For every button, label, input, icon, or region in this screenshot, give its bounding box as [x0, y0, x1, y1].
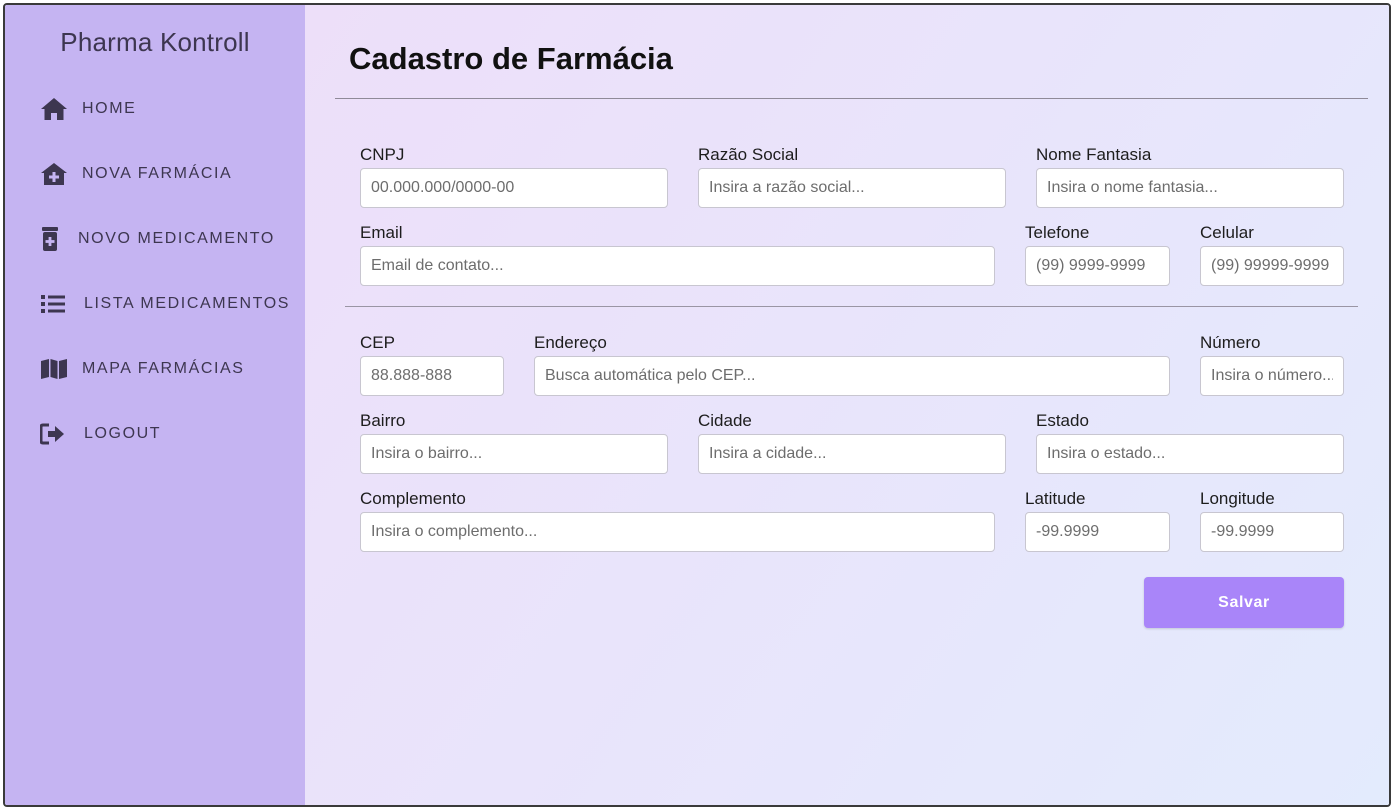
telefone-label: Telefone [1025, 223, 1090, 242]
nav-label-lista-medicamentos: LISTA MEDICAMENTOS [84, 295, 291, 312]
bairro-field-group: Bairro [360, 410, 668, 474]
nav-label-home: HOME [82, 100, 137, 117]
nome-fantasia-field-group: Nome Fantasia [1036, 144, 1344, 208]
cep-label: CEP [360, 333, 395, 352]
razao-social-field-group: Razão Social [698, 144, 1006, 208]
home-icon [40, 96, 68, 122]
celular-input[interactable] [1200, 246, 1344, 286]
celular-field-group: Celular [1200, 222, 1344, 286]
longitude-input[interactable] [1200, 512, 1344, 552]
cidade-label: Cidade [698, 411, 752, 430]
estado-field-group: Estado [1036, 410, 1344, 474]
email-label: Email [360, 223, 403, 242]
title-divider [335, 98, 1368, 99]
complemento-label: Complemento [360, 489, 466, 508]
nav-label-novo-medicamento: NOVO MEDICAMENTO [78, 230, 275, 247]
app-window: Pharma Kontroll HOME NOVA FARMÁCIA NOVO … [3, 3, 1391, 807]
latitude-field-group: Latitude [1025, 488, 1170, 552]
longitude-label: Longitude [1200, 489, 1275, 508]
estado-label: Estado [1036, 411, 1089, 430]
email-field-group: Email [360, 222, 995, 286]
complemento-input[interactable] [360, 512, 995, 552]
estado-input[interactable] [1036, 434, 1344, 474]
nav-label-nova-farmacia: NOVA FARMÁCIA [82, 165, 233, 182]
razao-social-label: Razão Social [698, 145, 799, 164]
cidade-input[interactable] [698, 434, 1006, 474]
nav-label-logout: LOGOUT [84, 425, 162, 442]
telefone-input[interactable] [1025, 246, 1170, 286]
list-icon [40, 291, 76, 317]
endereco-input[interactable] [534, 356, 1170, 396]
numero-field-group: Número [1200, 332, 1344, 396]
map-icon [40, 356, 68, 382]
nome-fantasia-input[interactable] [1036, 168, 1344, 208]
nav-item-logout[interactable]: LOGOUT [40, 419, 161, 449]
cnpj-field-group: CNPJ [360, 144, 668, 208]
celular-label: Celular [1200, 223, 1254, 242]
sidebar: Pharma Kontroll HOME NOVA FARMÁCIA NOVO … [5, 5, 305, 805]
cidade-field-group: Cidade [698, 410, 1006, 474]
numero-label: Número [1200, 333, 1261, 352]
cep-field-group: CEP [360, 332, 504, 396]
endereco-label: Endereço [534, 333, 607, 352]
brand-title: Pharma Kontroll [60, 27, 250, 57]
email-input[interactable] [360, 246, 995, 286]
complemento-field-group: Complemento [360, 488, 995, 552]
medicine-bottle-icon [40, 226, 70, 252]
nome-fantasia-label: Nome Fantasia [1036, 145, 1152, 164]
nav-item-home[interactable]: HOME [40, 94, 136, 124]
save-button[interactable]: Salvar [1144, 577, 1344, 628]
nav-item-mapa-farmacias[interactable]: MAPA FARMÁCIAS [40, 354, 245, 384]
endereco-field-group: Endereço [534, 332, 1170, 396]
page-title: Cadastro de Farmácia [349, 41, 673, 76]
nav-item-lista-medicamentos[interactable]: LISTA MEDICAMENTOS [40, 289, 290, 319]
longitude-field-group: Longitude [1200, 488, 1344, 552]
latitude-input[interactable] [1025, 512, 1170, 552]
razao-social-input[interactable] [698, 168, 1006, 208]
numero-input[interactable] [1200, 356, 1344, 396]
main-content: Cadastro de Farmácia CNPJ Razão Social N… [305, 5, 1389, 805]
nav-item-novo-medicamento[interactable]: NOVO MEDICAMENTO [40, 224, 275, 254]
latitude-label: Latitude [1025, 489, 1086, 508]
nav-label-mapa-farmacias: MAPA FARMÁCIAS [82, 360, 245, 377]
store-plus-icon [40, 161, 68, 187]
cnpj-input[interactable] [360, 168, 668, 208]
section-divider [345, 306, 1358, 307]
cep-input[interactable] [360, 356, 504, 396]
cnpj-label: CNPJ [360, 145, 405, 164]
nav-item-nova-farmacia[interactable]: NOVA FARMÁCIA [40, 159, 232, 189]
bairro-label: Bairro [360, 411, 406, 430]
bairro-input[interactable] [360, 434, 668, 474]
telefone-field-group: Telefone [1025, 222, 1170, 286]
logout-icon [40, 421, 76, 447]
